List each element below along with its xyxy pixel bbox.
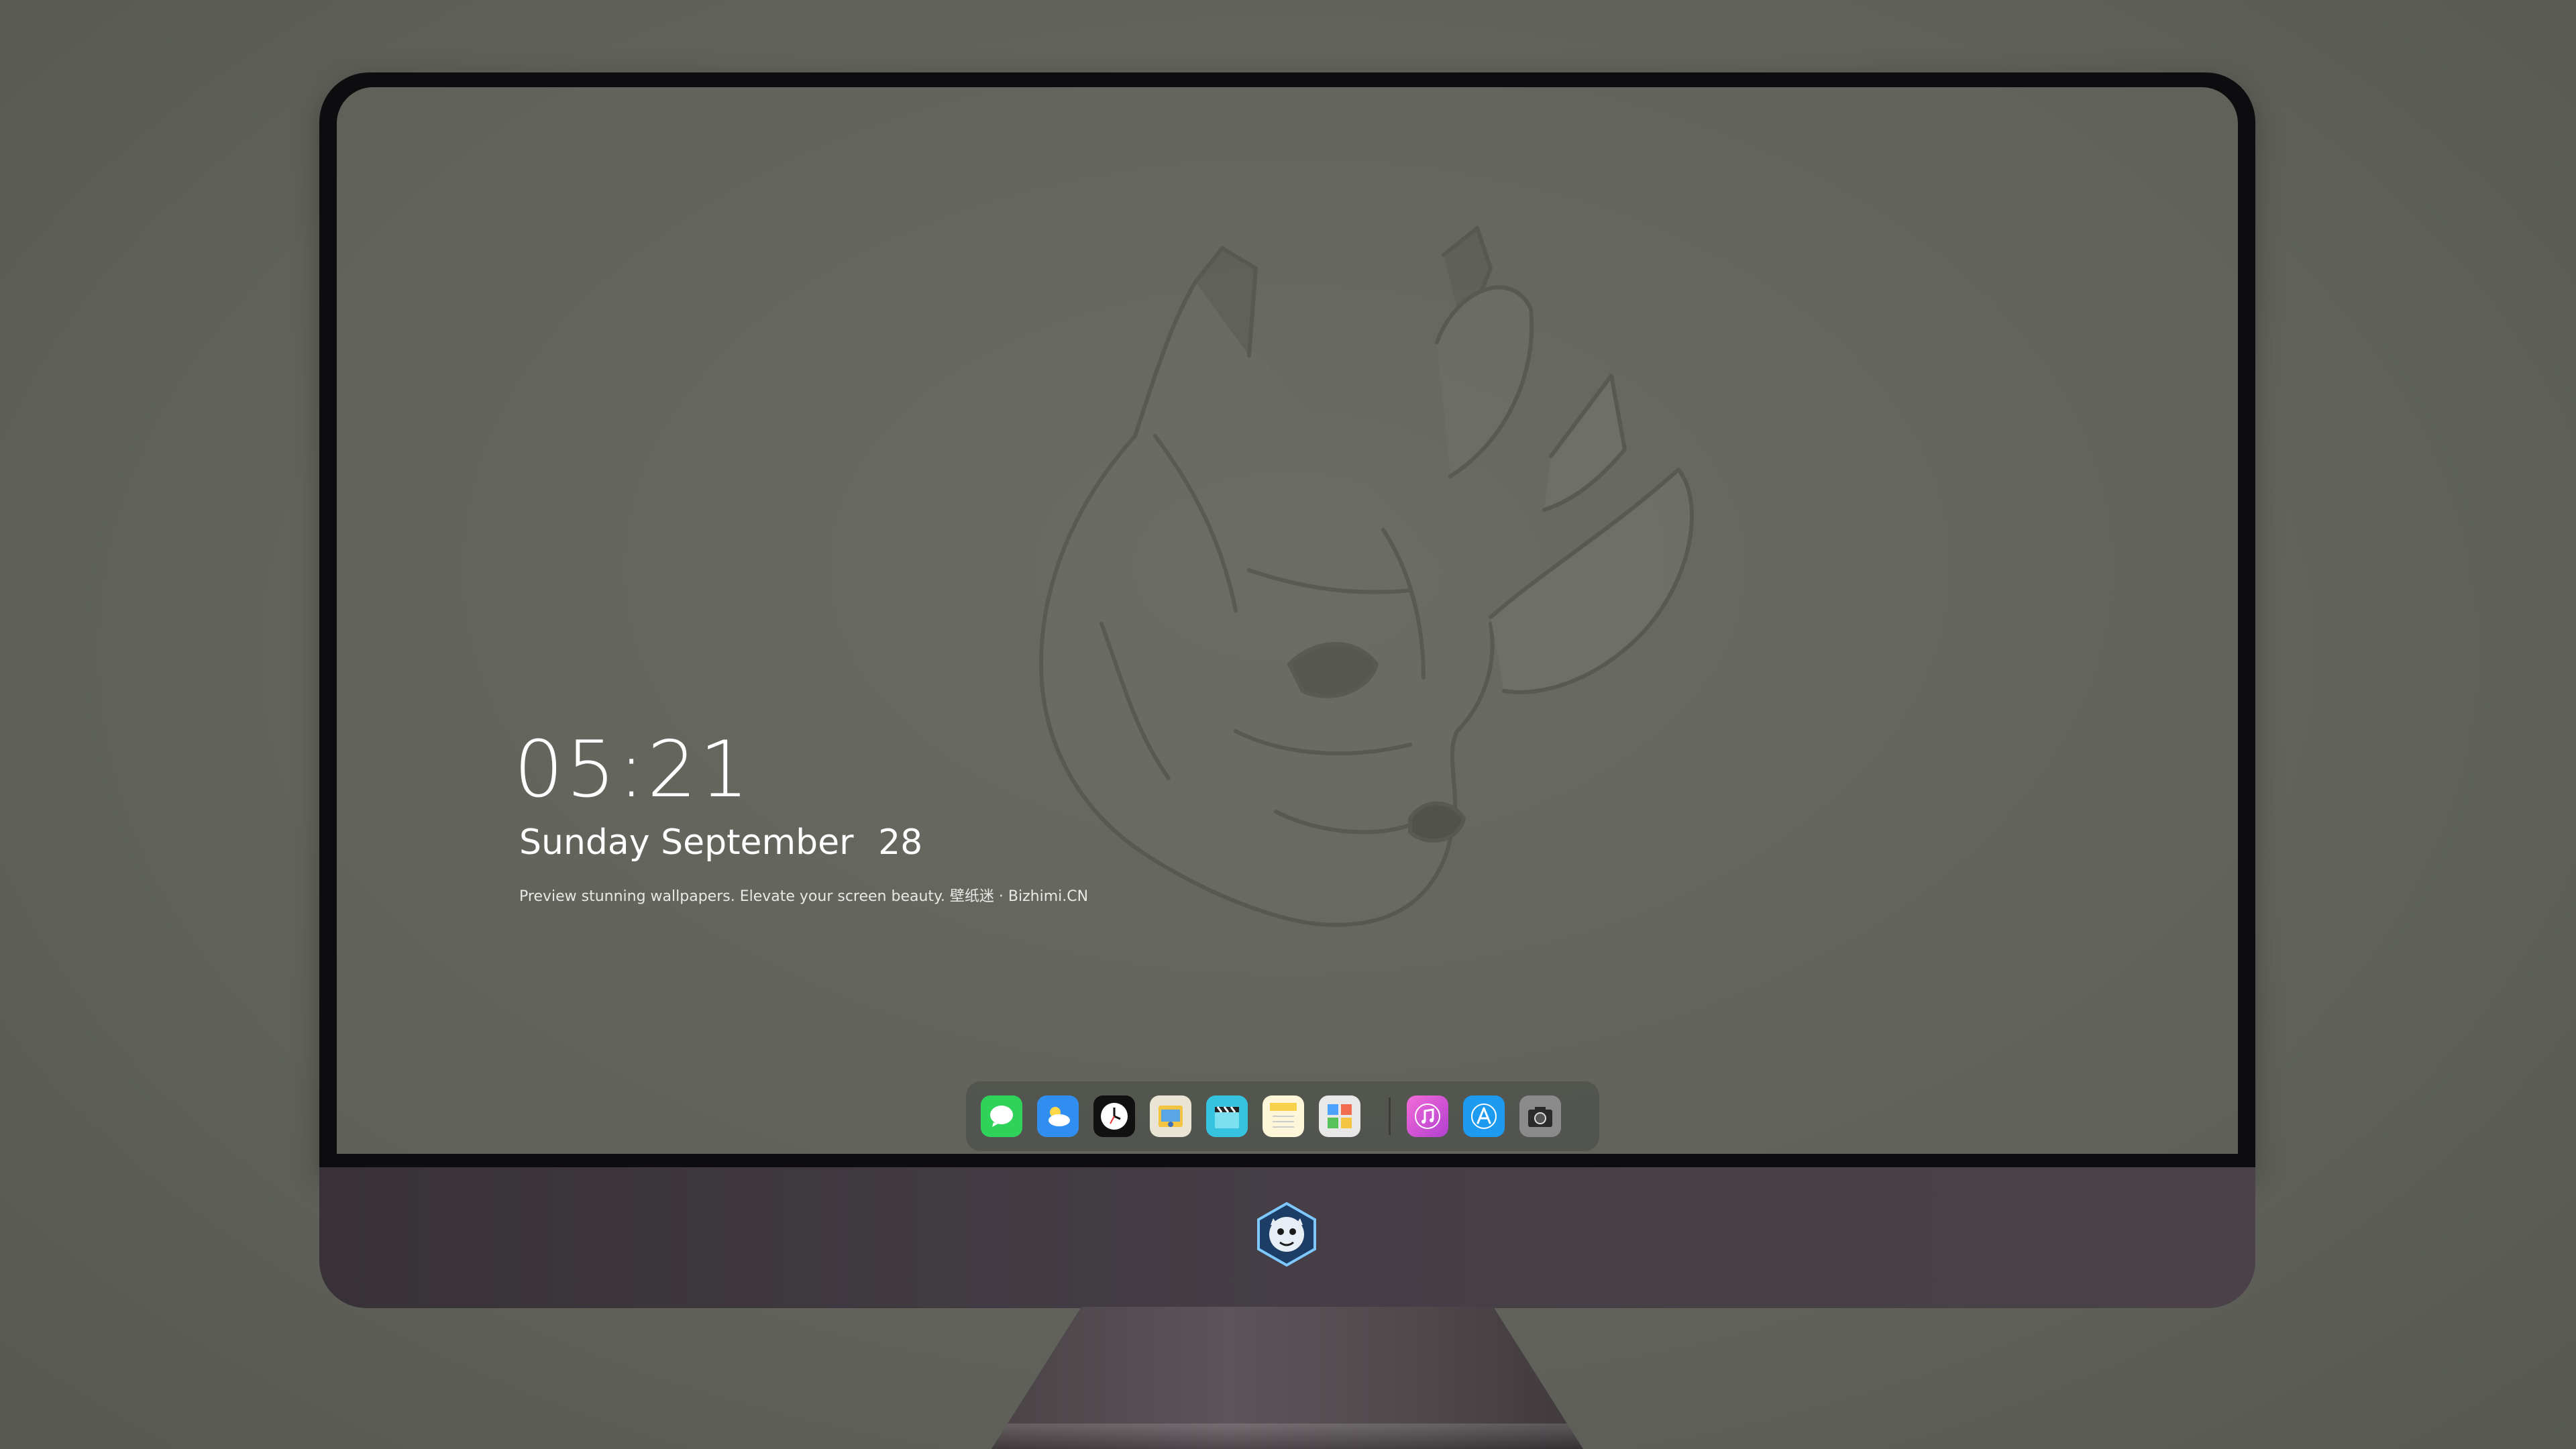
date-day: 28 — [878, 822, 923, 863]
dock-separator — [1389, 1097, 1391, 1135]
wallpaper-tagline: Preview stunning wallpapers. Elevate you… — [519, 888, 1089, 905]
lockscreen-time: 05:21 — [514, 724, 752, 815]
notes-icon[interactable] — [1263, 1095, 1304, 1137]
date-weekday: Sunday — [519, 822, 650, 863]
monitor-stand-base — [991, 1424, 1583, 1449]
preview-icon[interactable] — [1150, 1095, 1191, 1137]
app-store-icon[interactable] — [1463, 1095, 1505, 1137]
messages-icon[interactable] — [981, 1095, 1022, 1137]
screen — [337, 87, 2238, 1154]
clock-icon[interactable] — [1093, 1095, 1135, 1137]
photo-gallery-icon[interactable] — [1319, 1095, 1360, 1137]
date-month: September — [661, 822, 854, 863]
clapperboard-icon[interactable] — [1206, 1095, 1248, 1137]
dock — [966, 1081, 1599, 1151]
lockscreen-date: Sunday September 28 — [519, 822, 922, 863]
camera-icon[interactable] — [1519, 1095, 1561, 1137]
music-note-icon[interactable] — [1407, 1095, 1448, 1137]
mascot-logo-icon — [1257, 1201, 1316, 1267]
weather-icon[interactable] — [1037, 1095, 1079, 1137]
